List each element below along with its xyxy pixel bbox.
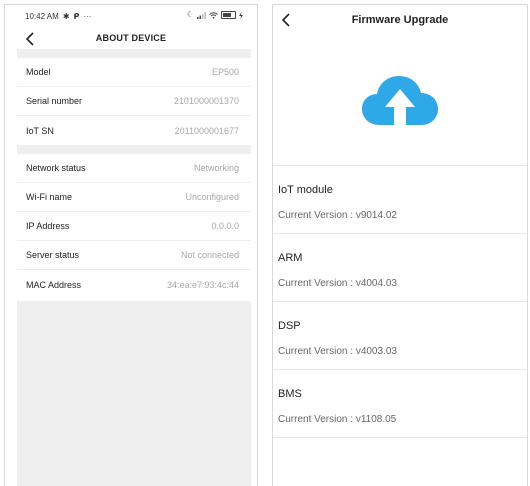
section-divider (17, 49, 251, 58)
section-divider (17, 145, 251, 154)
info-row-ip-address: IP Address 0.0.0.0 (17, 212, 251, 241)
wifi-icon (209, 11, 218, 19)
module-version: Current Version : v4003.03 (278, 346, 397, 357)
status-bar: 10:42 AM ✱ ᑭ ··· ☾ (5, 5, 257, 27)
info-row-wifi-name: Wi-Fi name Unconfigured (17, 183, 251, 212)
do-not-disturb-icon: ☾ (186, 10, 194, 19)
firmware-module-list: IoT module Current Version : v9014.02 AR… (273, 165, 527, 438)
firmware-upgrade-header: Firmware Upgrade (273, 5, 527, 37)
battery-icon (221, 11, 236, 19)
signal-icon (197, 11, 206, 19)
row-label: Model (26, 67, 51, 77)
info-row-model: Model EP500 (17, 58, 251, 87)
charging-icon (239, 11, 243, 19)
page-title: Firmware Upgrade (351, 14, 449, 26)
bluetooth-icon: ✱ (62, 11, 70, 21)
page-title: ABOUT DEVICE (95, 33, 167, 43)
row-label: Server status (26, 250, 80, 260)
row-value: 0.0.0.0 (211, 221, 239, 231)
module-name: DSP (278, 320, 301, 332)
row-value: Not connected (180, 250, 239, 260)
firmware-item-iot-module[interactable]: IoT module Current Version : v9014.02 (273, 166, 527, 234)
firmware-item-arm[interactable]: ARM Current Version : v4004.03 (273, 234, 527, 302)
row-value: Networking (193, 163, 239, 173)
firmware-item-bms[interactable]: BMS Current Version : v1108.05 (273, 370, 527, 438)
row-value: EP500 (211, 67, 239, 77)
info-row-server-status: Server status Not connected (17, 241, 251, 270)
status-time: 10:42 AM (25, 12, 59, 21)
module-version: Current Version : v1108.05 (278, 414, 397, 425)
row-label: Serial number (26, 96, 83, 106)
cloud-upload-icon (362, 76, 438, 126)
row-value: 34:ea:e7:93:4c:44 (166, 279, 239, 290)
firmware-item-dsp[interactable]: DSP Current Version : v4003.03 (273, 302, 527, 370)
screenshot-frame: 10:42 AM ✱ ᑭ ··· ☾ ABOUT DEVICE Model EP… (0, 0, 530, 486)
empty-area (17, 301, 251, 486)
about-device-screen: 10:42 AM ✱ ᑭ ··· ☾ ABOUT DEVICE Model EP… (4, 4, 258, 486)
module-name: ARM (278, 252, 303, 264)
module-name: IoT module (278, 184, 333, 196)
row-label: MAC Address (26, 279, 82, 290)
row-label: Wi-Fi name (26, 192, 73, 202)
row-label: IP Address (26, 221, 70, 231)
hero-area (273, 37, 527, 165)
row-label: IoT SN (26, 125, 54, 136)
module-version: Current Version : v4004.03 (278, 278, 397, 289)
info-row-network-status: Network status Networking (17, 154, 251, 183)
row-value: Unconfigured (185, 192, 239, 202)
info-row-iot-sn: IoT SN 2011000001677 (17, 116, 251, 145)
info-row-serial-number: Serial number 2101000001370 (17, 87, 251, 116)
app-notification-icon: ᑭ (73, 11, 80, 21)
module-name: BMS (278, 388, 302, 400)
row-value: 2011000001677 (174, 125, 239, 136)
firmware-upgrade-screen: Firmware Upgrade IoT module Current Vers… (272, 4, 528, 486)
module-version: Current Version : v9014.02 (278, 210, 397, 221)
row-label: Network status (26, 163, 86, 173)
more-notifications-icon: ··· (83, 11, 92, 21)
info-row-mac-address: MAC Address 34:ea:e7:93:4c:44 (17, 270, 251, 299)
row-value: 2101000001370 (173, 96, 239, 106)
network-info-card: Network status Networking Wi-Fi name Unc… (17, 154, 251, 299)
device-info-card: Model EP500 Serial number 2101000001370 … (17, 58, 251, 145)
